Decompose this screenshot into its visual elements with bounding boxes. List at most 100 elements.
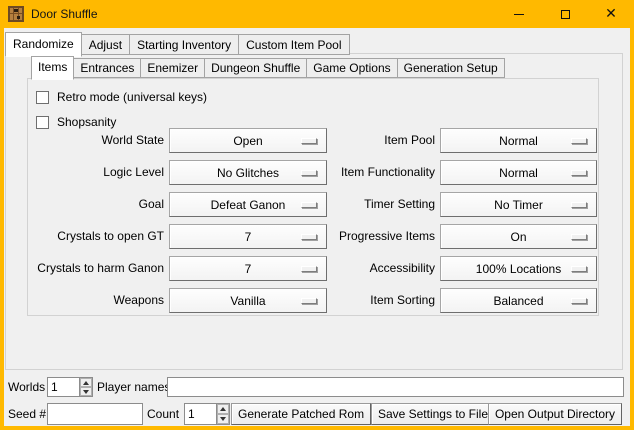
logic-level-value: No Glitches — [217, 166, 279, 180]
item-functionality-label: Item Functionality — [330, 160, 440, 185]
tab-entrances[interactable]: Entrances — [73, 58, 141, 78]
worlds-value: 1 — [48, 378, 79, 396]
crystals-open-gt-dropdown[interactable]: 7 — [169, 224, 327, 249]
count-down-button[interactable] — [217, 414, 229, 424]
progressive-items-row: Progressive Items On — [330, 224, 597, 249]
progressive-items-value: On — [510, 230, 526, 244]
crystals-harm-ganon-value: 7 — [245, 262, 252, 276]
tab-starting-inventory[interactable]: Starting Inventory — [129, 34, 239, 55]
retro-mode-label: Retro mode (universal keys) — [57, 90, 207, 104]
titlebar: Door Shuffle ✕ — [0, 0, 634, 28]
maximize-button[interactable] — [542, 0, 588, 28]
world-state-value: Open — [233, 134, 262, 148]
minimize-button[interactable] — [496, 0, 542, 28]
main-tab-bar: Randomize Adjust Starting Inventory Cust… — [5, 30, 350, 57]
open-output-directory-button[interactable]: Open Output Directory — [488, 403, 622, 425]
world-state-label: World State — [30, 128, 169, 153]
item-functionality-dropdown[interactable]: Normal — [440, 160, 597, 185]
tab-game-options[interactable]: Game Options — [306, 58, 397, 78]
timer-setting-dropdown[interactable]: No Timer — [440, 192, 597, 217]
shopsanity-checkbox[interactable] — [36, 116, 49, 129]
crystals-harm-ganon-row: Crystals to harm Ganon 7 — [30, 256, 327, 281]
menu-indicator-icon — [571, 138, 587, 144]
crystals-open-gt-value: 7 — [245, 230, 252, 244]
weapons-dropdown[interactable]: Vanilla — [169, 288, 327, 313]
crystals-open-gt-label: Crystals to open GT — [30, 224, 169, 249]
goal-label: Goal — [30, 192, 169, 217]
item-pool-row: Item Pool Normal — [330, 128, 597, 153]
menu-indicator-icon — [571, 266, 587, 272]
save-settings-button[interactable]: Save Settings to File — [371, 403, 495, 425]
timer-setting-row: Timer Setting No Timer — [330, 192, 597, 217]
weapons-row: Weapons Vanilla — [30, 288, 327, 313]
timer-setting-value: No Timer — [494, 198, 543, 212]
item-functionality-value: Normal — [499, 166, 538, 180]
item-sorting-dropdown[interactable]: Balanced — [440, 288, 597, 313]
player-names-input[interactable] — [167, 377, 624, 397]
progressive-items-dropdown[interactable]: On — [440, 224, 597, 249]
tab-custom-item-pool[interactable]: Custom Item Pool — [238, 34, 349, 55]
accessibility-dropdown[interactable]: 100% Locations — [440, 256, 597, 281]
weapons-value: Vanilla — [230, 294, 265, 308]
crystals-harm-ganon-dropdown[interactable]: 7 — [169, 256, 327, 281]
item-sorting-row: Item Sorting Balanced — [330, 288, 597, 313]
timer-setting-label: Timer Setting — [330, 192, 440, 217]
logic-level-row: Logic Level No Glitches — [30, 160, 327, 185]
count-spinner[interactable]: 1 — [184, 403, 230, 425]
weapons-label: Weapons — [30, 288, 169, 313]
sub-tab-bar: Items Entrances Enemizer Dungeon Shuffle… — [31, 56, 505, 80]
close-icon: ✕ — [605, 7, 617, 21]
tab-adjust[interactable]: Adjust — [81, 34, 130, 55]
item-pool-dropdown[interactable]: Normal — [440, 128, 597, 153]
item-functionality-row: Item Functionality Normal — [330, 160, 597, 185]
goal-dropdown[interactable]: Defeat Ganon — [169, 192, 327, 217]
world-state-dropdown[interactable]: Open — [169, 128, 327, 153]
tab-enemizer[interactable]: Enemizer — [140, 58, 205, 78]
menu-indicator-icon — [571, 298, 587, 304]
generate-patched-rom-button[interactable]: Generate Patched Rom — [231, 403, 371, 425]
crystals-harm-ganon-label: Crystals to harm Ganon — [30, 256, 169, 281]
item-sorting-value: Balanced — [493, 294, 543, 308]
menu-indicator-icon — [301, 202, 317, 208]
item-pool-label: Item Pool — [330, 128, 440, 153]
shopsanity-checkbox-row[interactable]: Shopsanity — [36, 115, 116, 129]
arrow-down-icon — [83, 390, 89, 394]
menu-indicator-icon — [301, 170, 317, 176]
accessibility-label: Accessibility — [330, 256, 440, 281]
accessibility-value: 100% Locations — [476, 262, 561, 276]
worlds-spinner[interactable]: 1 — [47, 377, 93, 397]
window-title: Door Shuffle — [31, 7, 98, 21]
arrow-up-icon — [220, 407, 226, 411]
menu-indicator-icon — [571, 202, 587, 208]
menu-indicator-icon — [301, 266, 317, 272]
caption-buttons: ✕ — [496, 0, 634, 28]
item-pool-value: Normal — [499, 134, 538, 148]
world-state-row: World State Open — [30, 128, 327, 153]
door-icon — [8, 6, 24, 22]
worlds-spinner-arrows — [79, 378, 92, 396]
logic-level-dropdown[interactable]: No Glitches — [169, 160, 327, 185]
player-names-label: Player names — [97, 377, 170, 397]
count-up-button[interactable] — [217, 404, 229, 414]
minimize-icon — [514, 14, 524, 15]
menu-indicator-icon — [301, 234, 317, 240]
menu-indicator-icon — [571, 234, 587, 240]
tab-generation-setup[interactable]: Generation Setup — [397, 58, 505, 78]
tab-items[interactable]: Items — [31, 56, 74, 80]
tab-randomize[interactable]: Randomize — [5, 32, 82, 57]
app-window: Door Shuffle ✕ Randomize Adjust Starting… — [0, 0, 634, 430]
arrow-down-icon — [220, 417, 226, 421]
seed-input[interactable] — [47, 403, 143, 425]
tab-dungeon-shuffle[interactable]: Dungeon Shuffle — [204, 58, 307, 78]
worlds-down-button[interactable] — [80, 387, 92, 396]
goal-row: Goal Defeat Ganon — [30, 192, 327, 217]
menu-indicator-icon — [301, 138, 317, 144]
retro-mode-checkbox[interactable] — [36, 91, 49, 104]
worlds-up-button[interactable] — [80, 378, 92, 387]
maximize-icon — [561, 10, 570, 19]
goal-value: Defeat Ganon — [211, 198, 286, 212]
menu-indicator-icon — [571, 170, 587, 176]
close-button[interactable]: ✕ — [588, 0, 634, 28]
menu-indicator-icon — [301, 298, 317, 304]
retro-mode-checkbox-row[interactable]: Retro mode (universal keys) — [36, 90, 207, 104]
